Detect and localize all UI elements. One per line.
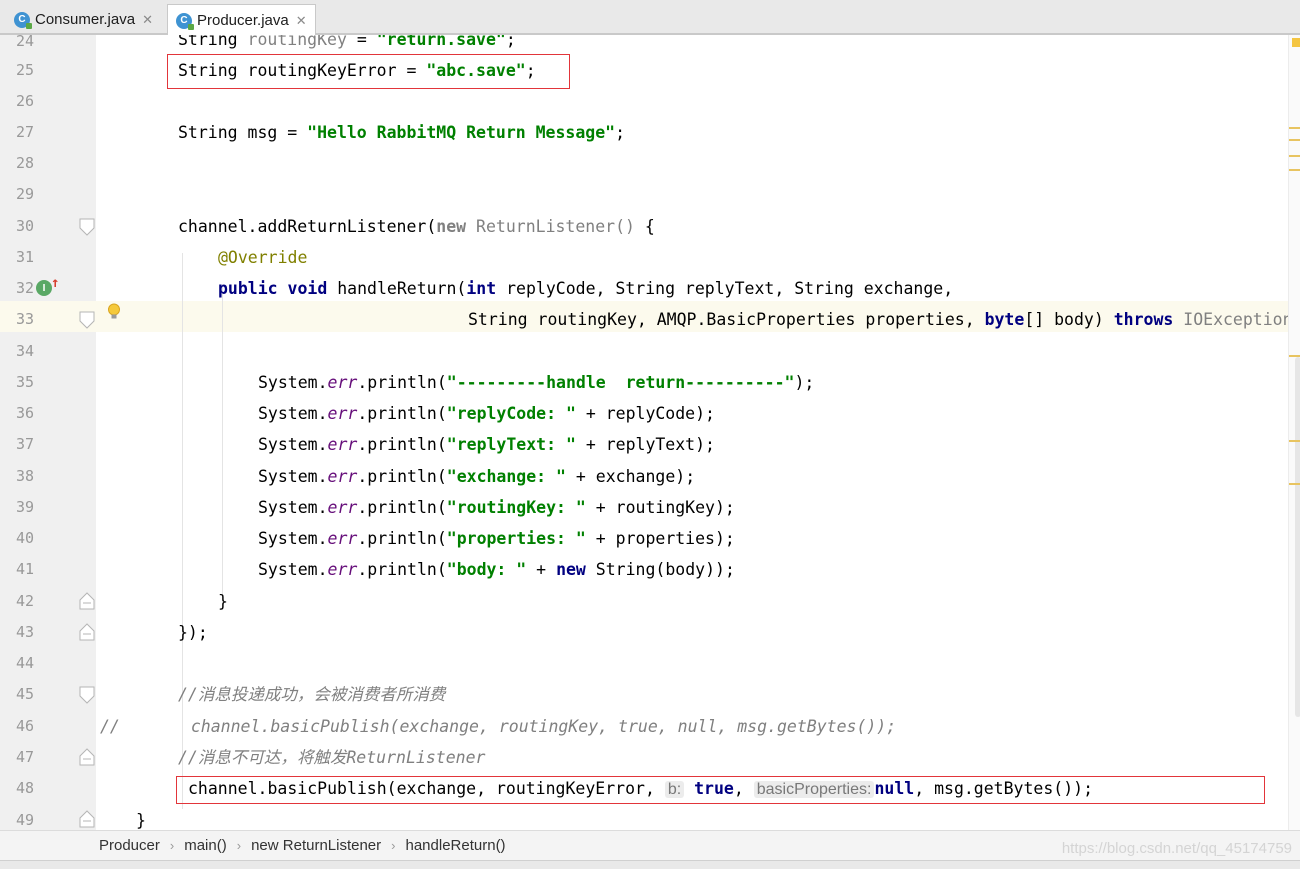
code-line-45: //消息投递成功，会被消费者所消费 [178,685,446,704]
line-number: 44 [15,654,34,672]
line-number: 25 [15,61,34,79]
stripe-marker[interactable] [1289,169,1300,171]
line-number: 33 [15,310,34,328]
code-line-49: } [136,811,146,830]
code-line-43: }); [178,623,208,642]
code-line-32: public void handleReturn(int replyCode, … [218,279,954,298]
line-number: 46 [15,717,34,735]
line-number: 37 [15,435,34,453]
breadcrumb-item[interactable]: main() [184,837,227,854]
fold-marker-icon[interactable] [79,748,95,766]
code-line-33: String routingKey, AMQP.BasicProperties … [468,310,1288,329]
highlight-box-basic-publish [176,776,1265,804]
stripe-marker[interactable] [1289,440,1300,442]
fold-marker-icon[interactable] [79,592,95,610]
chevron-right-icon: › [236,838,242,853]
code-line-31: @Override [218,248,308,267]
line-number: 29 [15,185,34,203]
highlight-box-routing-key-error [167,54,570,89]
line-number: 43 [15,623,34,641]
line-number: 36 [15,404,34,422]
breadcrumb-item[interactable]: Producer [99,837,160,854]
code-line-27: String msg = "Hello RabbitMQ Return Mess… [178,123,626,142]
code-line-38: System.err.println("exchange: " + exchan… [258,467,696,486]
stripe-marker[interactable] [1289,155,1300,157]
line-number: 48 [15,779,34,797]
breadcrumb-item[interactable]: new ReturnListener [251,837,381,854]
stripe-marker[interactable] [1289,139,1300,141]
code-line-39: System.err.println("routingKey: " + rout… [258,498,735,517]
code-editor[interactable]: String routingKey = "return.save"; Strin… [96,35,1288,830]
line-number: 42 [15,592,34,610]
line-number: 26 [15,92,34,110]
implements-method-icon[interactable]: I [36,280,52,296]
lightbulb-intention-icon[interactable] [107,303,121,325]
line-number: 45 [15,685,34,703]
code-line-24: String routingKey = "return.save"; [178,35,516,49]
line-number: 34 [15,342,34,360]
breadcrumb-item[interactable]: handleReturn() [406,837,506,854]
line-number: 39 [15,498,34,516]
status-bar [0,860,1300,869]
line-number: 27 [15,123,34,141]
scrollbar-thumb[interactable] [1295,357,1300,717]
error-stripe-scrollbar[interactable] [1288,35,1300,830]
code-line-37: System.err.println("replyText: " + reply… [258,435,715,454]
line-number: 31 [15,248,34,266]
code-line-40: System.err.println("properties: " + prop… [258,529,735,548]
fold-marker-icon[interactable] [79,686,95,704]
code-line-47: //消息不可达，将触发ReturnListener [178,748,486,767]
line-number: 28 [15,154,34,172]
chevron-right-icon: › [169,838,175,853]
code-line-46: //channel.basicPublish(exchange, routing… [100,717,897,736]
line-number: 47 [15,748,34,766]
java-class-icon: C [176,12,194,30]
fold-marker-icon[interactable] [79,623,95,641]
go-to-super-arrow-icon[interactable]: ↑ [51,275,59,291]
line-number: 40 [15,529,34,547]
fold-marker-icon[interactable] [79,810,95,828]
code-line-36: System.err.println("replyCode: " + reply… [258,404,715,423]
code-line-42: } [218,592,228,611]
line-number: 41 [15,560,34,578]
line-number: 24 [15,32,34,50]
stripe-marker[interactable] [1289,355,1300,357]
editor-tab-bar: C Consumer.java ✕ C Producer.java ✕ [0,0,1300,36]
line-number: 35 [15,373,34,391]
editor-gutter[interactable]: 24 25 26 27 28 29 30 31 32 33 34 35 36 3… [0,32,96,830]
inspection-status-icon[interactable] [1292,38,1300,47]
stripe-marker[interactable] [1289,483,1300,485]
close-tab-icon[interactable]: ✕ [296,13,307,29]
indent-guide [222,284,223,594]
code-line-30: channel.addReturnListener(new ReturnList… [178,217,655,236]
stripe-marker[interactable] [1289,127,1300,129]
watermark: https://blog.csdn.net/qq_45174759 [1061,840,1292,857]
fold-marker-icon[interactable] [79,218,95,236]
line-number: 38 [15,467,34,485]
close-tab-icon[interactable]: ✕ [142,12,153,28]
code-line-41: System.err.println("body: " + new String… [258,560,735,579]
fold-marker-icon[interactable] [79,311,95,329]
tab-producer-java[interactable]: C Producer.java ✕ [167,4,316,36]
line-number: 32 [15,279,34,297]
chevron-right-icon: › [391,838,396,853]
tab-label: Consumer.java [35,11,136,28]
code-line-35: System.err.println("---------handle retu… [258,373,815,392]
tab-label: Producer.java [197,12,289,29]
line-number: 30 [15,217,34,235]
